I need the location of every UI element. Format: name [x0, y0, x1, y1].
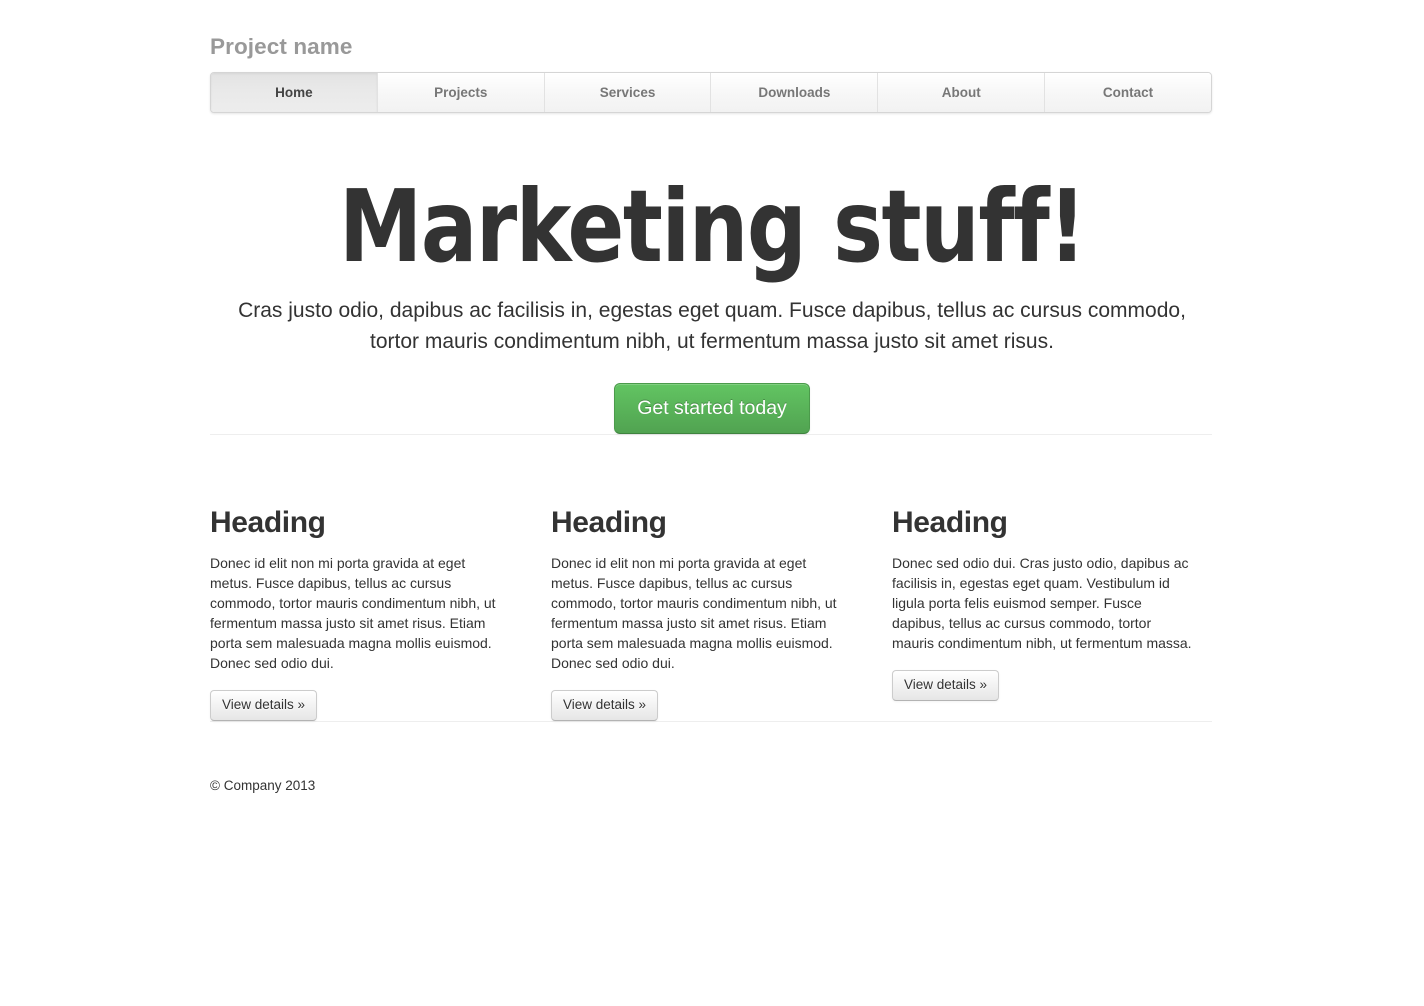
column-body-text: Donec id elit non mi porta gravida at eg…	[210, 555, 496, 671]
marketing-column-1: Heading Donec id elit non mi porta gravi…	[210, 505, 510, 721]
main-navigation: Home Projects Services Downloads About C…	[210, 72, 1212, 113]
view-details-button-1[interactable]: View details »	[210, 690, 318, 721]
marketing-column-3: Heading Donec sed odio dui. Cras justo o…	[892, 505, 1192, 721]
nav-item-services[interactable]: Services	[544, 73, 712, 112]
marketing-columns: Heading Donec id elit non mi porta gravi…	[210, 505, 1214, 721]
section-divider-top	[210, 434, 1212, 436]
hero-title: Marketing stuff!	[338, 168, 1087, 285]
hero-section: Marketing stuff! Cras justo odio, dapibu…	[210, 113, 1214, 434]
nav-item-label: About	[941, 85, 981, 100]
column-heading: Heading	[892, 506, 1008, 539]
column-heading: Heading	[551, 506, 667, 539]
column-body-text: Donec sed odio dui. Cras justo odio, dap…	[892, 555, 1192, 651]
footer-copyright: © Company 2013	[210, 778, 316, 793]
page-footer: © Company 2013	[210, 776, 1214, 796]
nav-item-label: Home	[275, 85, 313, 100]
marketing-column-2: Heading Donec id elit non mi porta gravi…	[551, 505, 851, 721]
hero-cta-wrapper: Get started today	[210, 383, 1214, 434]
masthead: Project name Home Projects Services Down…	[210, 0, 1214, 113]
nav-item-label: Contact	[1102, 85, 1154, 100]
column-heading: Heading	[210, 506, 326, 539]
view-details-button-2[interactable]: View details »	[551, 690, 659, 721]
get-started-button[interactable]: Get started today	[614, 383, 810, 434]
brand-title: Project name	[210, 34, 353, 59]
nav-item-label: Projects	[434, 85, 488, 100]
column-body-text: Donec id elit non mi porta gravida at eg…	[551, 555, 837, 671]
nav-item-label: Services	[599, 85, 656, 100]
nav-item-home[interactable]: Home	[211, 73, 378, 112]
nav-item-projects[interactable]: Projects	[377, 73, 545, 112]
nav-item-about[interactable]: About	[878, 73, 1046, 112]
view-details-button-3[interactable]: View details »	[892, 670, 1000, 701]
nav-item-label: Downloads	[758, 85, 831, 100]
page-container: Project name Home Projects Services Down…	[0, 0, 1424, 796]
section-divider-bottom	[210, 721, 1212, 723]
nav-item-contact[interactable]: Contact	[1045, 73, 1211, 112]
nav-item-downloads[interactable]: Downloads	[711, 73, 879, 112]
hero-lead-text: Cras justo odio, dapibus ac facilisis in…	[238, 299, 1186, 353]
